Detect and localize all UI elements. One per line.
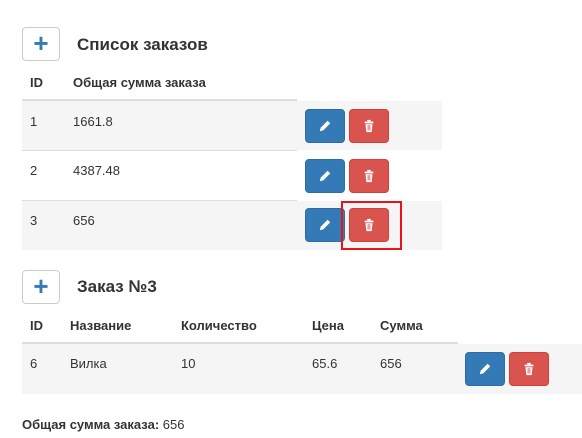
pencil-icon [319, 219, 331, 231]
item-sum: 656 [380, 356, 402, 371]
items-header-name: Название [70, 318, 132, 333]
pencil-icon [479, 363, 491, 375]
items-header-qty: Количество [181, 318, 257, 333]
row-divider [22, 150, 297, 151]
item-id: 6 [30, 356, 38, 371]
items-header-id: ID [30, 318, 43, 333]
trash-icon [524, 362, 534, 376]
plus-icon: + [33, 271, 49, 301]
trash-icon [364, 169, 374, 183]
order-total-label: Общая сумма заказа: [22, 417, 160, 432]
order-total: 656 [73, 213, 95, 228]
items-header-price: Цена [312, 318, 344, 333]
add-order-button[interactable]: + [22, 27, 60, 61]
order-total-summary: Общая сумма заказа: 656 [22, 417, 184, 432]
order-id: 1 [30, 114, 38, 129]
order-id: 3 [30, 213, 38, 228]
item-price: 65.6 [312, 356, 338, 371]
item-name: Вилка [70, 356, 107, 371]
pencil-icon [319, 120, 331, 132]
delete-item-button[interactable] [509, 352, 549, 386]
edit-item-button[interactable] [465, 352, 505, 386]
edit-order-button[interactable] [305, 159, 345, 193]
items-header-sum: Сумма [380, 318, 423, 333]
order-total: 4387.48 [73, 163, 120, 178]
order-id: 2 [30, 163, 38, 178]
delete-order-button[interactable] [349, 109, 389, 143]
edit-order-button[interactable] [305, 109, 345, 143]
trash-icon [364, 119, 374, 133]
order-title: Заказ №3 [77, 277, 157, 296]
orders-header-id: ID [30, 75, 43, 90]
item-qty: 10 [181, 356, 196, 371]
delete-button-highlight [341, 201, 402, 250]
orders-title: Список заказов [77, 35, 208, 54]
edit-order-button[interactable] [305, 208, 345, 242]
order-total: 1661.8 [73, 114, 113, 129]
add-item-button[interactable]: + [22, 270, 60, 304]
order-total-value: 656 [162, 417, 185, 432]
plus-icon: + [33, 28, 49, 58]
pencil-icon [319, 170, 331, 182]
orders-header-total: Общая сумма заказа [73, 75, 206, 90]
delete-order-button[interactable] [349, 159, 389, 193]
